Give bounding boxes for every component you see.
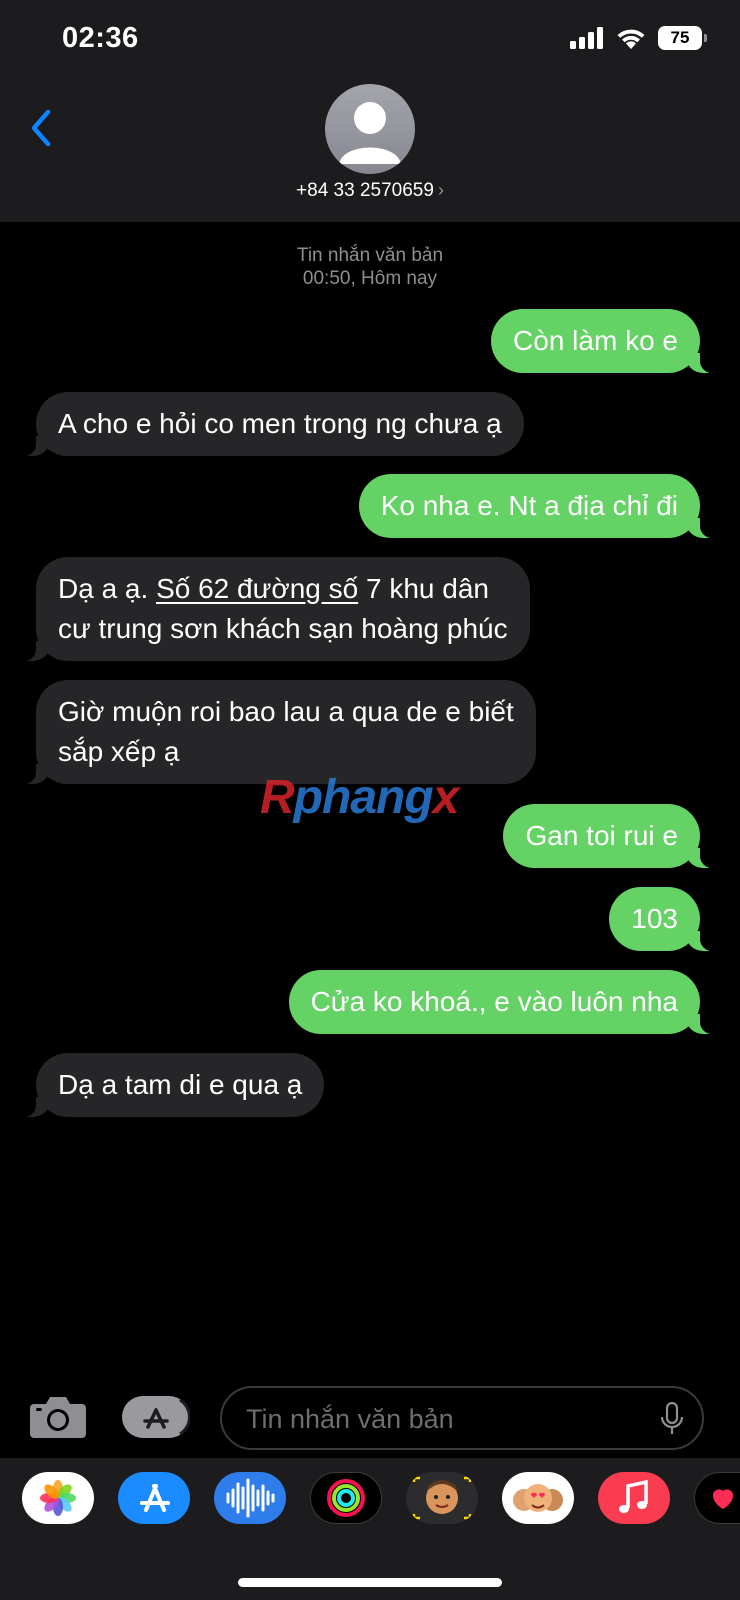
contact-phone-number: +84 33 2570659 [296, 180, 434, 201]
message-bubble-outgoing[interactable]: Cửa ko khoá., e vào luôn nha [288, 970, 727, 1034]
app-audio-message[interactable] [214, 1472, 286, 1524]
app-photos[interactable] [22, 1472, 94, 1524]
chevron-left-icon [31, 109, 51, 147]
message-bubble-outgoing[interactable]: Gan toi rui e [503, 804, 726, 868]
watermark-letter: x [432, 771, 460, 824]
status-icons: 75 [570, 26, 707, 50]
message-text: A cho e hỏi co men trong ng chưa ạ [58, 408, 502, 439]
music-note-icon [619, 1479, 648, 1513]
message-meta: Tin nhắn văn bản 00:50, Hôm nay [0, 244, 740, 290]
message-text: 103 [631, 903, 678, 934]
activity-rings-icon [327, 1479, 365, 1517]
wifi-icon [617, 29, 645, 49]
message-text: Ko nha e. Nt a địa chỉ đi [380, 490, 678, 521]
contact-name[interactable]: +84 33 2570659 › [0, 180, 740, 202]
status-time: 02:36 [62, 22, 139, 54]
camera-button[interactable] [30, 1394, 86, 1438]
app-music[interactable] [598, 1472, 670, 1524]
dictation-button[interactable] [660, 1401, 684, 1436]
message-bubble-incoming[interactable]: A cho e hỏi co men trong ng chưa ạ [10, 392, 524, 456]
watermark-word: phang [293, 771, 434, 824]
message-bubble-incoming[interactable]: Giờ muộn roi bao lau a qua de e biết sắp… [10, 680, 536, 784]
photos-icon [40, 1480, 76, 1516]
message-text: Gan toi rui e [525, 820, 678, 851]
watermark-letter: R [260, 771, 295, 824]
message-text: Cửa ko khoá., e vào luôn nha [310, 986, 678, 1017]
message-input[interactable] [244, 1398, 628, 1440]
message-text: Còn làm ko e [513, 325, 678, 356]
message-bubble-incoming[interactable]: Dạ a ạ. Số 62 đường số 7 khu dân cư trun… [10, 557, 530, 661]
message-line: Dạ a ạ. Số 62 đường số 7 khu dân [58, 569, 508, 609]
message-text: 7 khu dân [358, 573, 489, 604]
app-store-icon [143, 1398, 191, 1436]
waveform-icon [226, 1478, 275, 1518]
memoji-stickers-icon [513, 1484, 563, 1512]
home-indicator[interactable] [238, 1578, 502, 1587]
chevron-right-icon: › [437, 180, 444, 200]
message-timestamp: 00:50, Hôm nay [302, 268, 438, 289]
app-memoji-stickers[interactable] [502, 1472, 574, 1524]
address-link[interactable]: Số 62 đường số [156, 573, 358, 604]
cellular-signal-icon [570, 27, 603, 49]
message-input-container[interactable] [220, 1386, 704, 1450]
message-bubble-outgoing[interactable]: 103 [609, 887, 726, 951]
battery-indicator: 75 [658, 26, 707, 50]
message-line: sắp xếp ạ [58, 736, 180, 767]
person-icon [339, 102, 401, 164]
app-memoji[interactable] [406, 1472, 478, 1524]
app-fitness[interactable] [310, 1472, 382, 1524]
message-line: cư trung sơn khách sạn hoàng phúc [58, 613, 508, 644]
microphone-icon [660, 1401, 684, 1434]
message-type-label: Tin nhắn văn bản [296, 245, 444, 266]
back-button[interactable] [24, 104, 60, 152]
app-store-icon [140, 1484, 170, 1512]
message-text: Dạ a tam di e qua ạ [58, 1069, 303, 1100]
memoji-icon [412, 1476, 472, 1520]
message-bubble-incoming[interactable]: Dạ a tam di e qua ạ [9, 1053, 325, 1117]
message-text: Dạ a ạ. [58, 573, 157, 604]
heart-hand-icon [713, 1489, 733, 1509]
contact-avatar[interactable] [325, 84, 415, 174]
conversation-header: 02:36 75 +84 33 2570659 › [0, 0, 740, 222]
message-line: Giờ muộn roi bao lau a qua de e biết [58, 696, 514, 727]
apps-button[interactable] [122, 1396, 191, 1438]
camera-icon [30, 1397, 86, 1438]
message-bubble-outgoing[interactable]: Còn làm ko e [491, 309, 726, 373]
app-app-store[interactable] [118, 1472, 190, 1524]
message-bubble-outgoing[interactable]: Ko nha e. Nt a địa chỉ đi [358, 474, 727, 538]
watermark-logo: Rphangx [260, 770, 460, 825]
app-digital-touch[interactable] [694, 1472, 740, 1524]
